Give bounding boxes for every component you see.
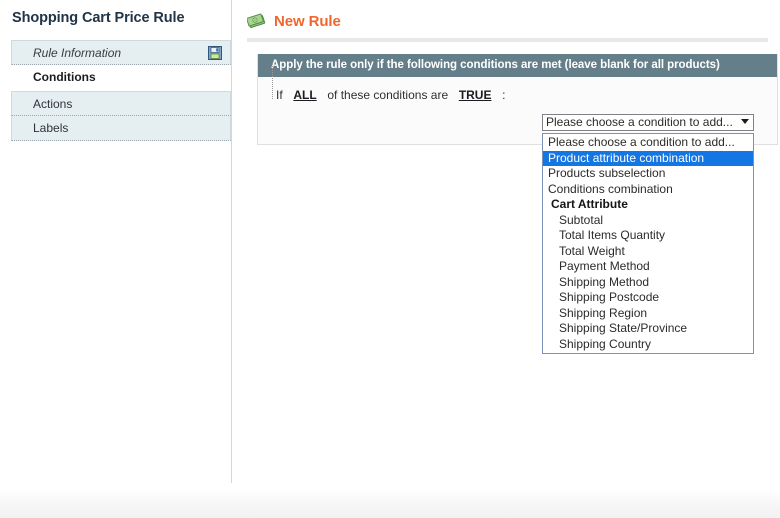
header-divider [247, 38, 768, 42]
content-title: New Rule [274, 12, 341, 30]
select-option[interactable]: Shipping Postcode [543, 290, 753, 306]
condition-select-value[interactable]: Please choose a condition to add... [542, 114, 754, 131]
select-option[interactable]: Total Items Quantity [543, 228, 753, 244]
select-option[interactable]: Shipping Country [543, 337, 753, 353]
sidebar-item-label: Conditions [33, 70, 96, 84]
sidebar-tab-list: Rule Information Conditions Actions Labe… [11, 40, 231, 141]
sidebar-item-label: Actions [33, 97, 73, 111]
logic-middle: of these conditions are [327, 88, 449, 102]
select-option[interactable]: Conditions combination [543, 182, 753, 198]
select-option[interactable]: Payment Method [543, 259, 753, 275]
money-banknote-icon [247, 13, 266, 28]
save-icon[interactable] [208, 46, 222, 60]
column-divider [231, 0, 232, 483]
left-sidebar: Shopping Cart Price Rule Rule Informatio… [0, 0, 231, 483]
select-option[interactable]: Shipping State/Province [543, 321, 753, 337]
sidebar-item-actions[interactable]: Actions [11, 91, 231, 116]
select-option[interactable]: Product attribute combination [543, 150, 753, 166]
sidebar-item-label: Rule Information [33, 46, 122, 60]
sidebar-item-conditions[interactable]: Conditions [11, 65, 231, 90]
conditions-panel-header: Apply the rule only if the following con… [258, 54, 777, 77]
page-title: Shopping Cart Price Rule [12, 10, 185, 26]
conditions-logic-line: If ALL of these conditions are TRUE : [276, 88, 777, 102]
select-option[interactable]: Please choose a condition to add... [543, 135, 753, 151]
chevron-down-icon[interactable] [741, 119, 749, 124]
select-option[interactable]: Total Weight [543, 244, 753, 260]
select-option[interactable]: Shipping Method [543, 275, 753, 291]
aggregator-link[interactable]: ALL [293, 88, 316, 102]
condition-select[interactable]: Please choose a condition to add... Plea… [542, 114, 754, 354]
content-header: New Rule [247, 9, 341, 33]
footer-strip [0, 490, 780, 518]
select-option[interactable]: Subtotal [543, 213, 753, 229]
sidebar-item-labels[interactable]: Labels [11, 116, 231, 141]
sidebar-item-rule-information[interactable]: Rule Information [11, 40, 231, 65]
select-optgroup-label: Cart Attribute [551, 197, 628, 211]
logic-prefix: If [276, 88, 283, 102]
select-option[interactable]: Shipping Region [543, 306, 753, 322]
conditions-panel: Apply the rule only if the following con… [257, 54, 778, 145]
condition-select-value-label: Please choose a condition to add... [546, 115, 733, 129]
condition-tree-rail [272, 63, 274, 99]
condition-select-dropdown[interactable]: Please choose a condition to add... Prod… [542, 133, 754, 354]
select-option[interactable]: Products subselection [543, 166, 753, 182]
main-content: New Rule Apply the rule only if the foll… [247, 0, 780, 483]
truth-value-link[interactable]: TRUE [459, 88, 492, 102]
logic-suffix: : [502, 88, 506, 102]
page-root: Shopping Cart Price Rule Rule Informatio… [0, 0, 780, 518]
sidebar-item-label: Labels [33, 121, 69, 135]
